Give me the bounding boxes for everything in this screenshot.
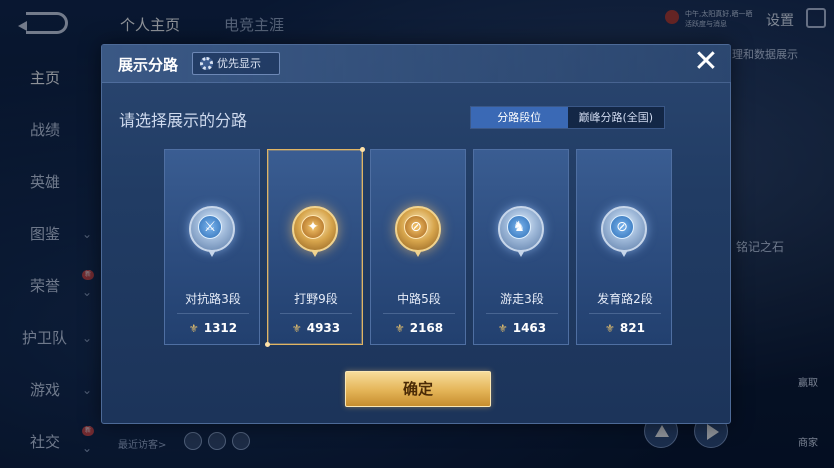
score-icon: ⚜ xyxy=(188,322,199,335)
score-icon: ⚜ xyxy=(291,322,302,335)
gear-icon xyxy=(200,57,213,70)
lane-card-top[interactable]: ⚔ 对抗路3段 ⚜ 1312 xyxy=(164,149,260,345)
modal-header: 展示分路 优先显示 xyxy=(102,45,731,83)
lane-mode-toggle: 分路段位 巅峰分路(全国) xyxy=(470,106,665,129)
lane-label: 中路5段 xyxy=(397,292,441,306)
score-icon: ⚜ xyxy=(394,322,405,335)
rank-emblem-icon: ♞ xyxy=(498,206,544,258)
lane-card-farm[interactable]: ⊘ 发育路2段 ⚜ 821 xyxy=(576,149,672,345)
divider xyxy=(177,313,249,314)
score-icon: ⚜ xyxy=(497,322,508,335)
rank-emblem-icon: ⚔ xyxy=(189,206,235,258)
lane-label: 打野9段 xyxy=(294,292,338,306)
lane-display-modal: 展示分路 优先显示 请选择展示的分路 分路段位 巅峰分路(全国) ⚔ 对抗路3段… xyxy=(101,44,731,424)
close-icon[interactable]: ✕ xyxy=(690,46,722,78)
lane-score: ⚜ 1312 xyxy=(188,321,238,335)
rank-emblem-icon: ⊘ xyxy=(395,206,441,258)
divider xyxy=(280,313,352,314)
lane-score: ⚜ 1463 xyxy=(497,321,547,335)
priority-display-label: 优先显示 xyxy=(217,57,261,70)
lane-label: 发育路2段 xyxy=(597,292,653,306)
lane-cards: ⚔ 对抗路3段 ⚜ 1312 ✦ 打野9段 ⚜ 4933 ⊘ 中路5段 ⚜ 2168 … xyxy=(164,147,674,347)
confirm-button[interactable]: 确定 xyxy=(345,371,491,407)
divider xyxy=(383,313,455,314)
lane-label: 对抗路3段 xyxy=(185,292,241,306)
modal-subtitle: 请选择展示的分路 xyxy=(119,111,248,130)
rank-emblem-icon: ⊘ xyxy=(601,206,647,258)
tab-lane-rank[interactable]: 分路段位 xyxy=(471,107,568,128)
divider xyxy=(486,313,558,314)
tab-peak-lane[interactable]: 巅峰分路(全国) xyxy=(568,107,665,128)
rank-emblem-icon: ✦ xyxy=(292,206,338,258)
lane-label: 游走3段 xyxy=(500,292,544,306)
lane-card-mid[interactable]: ⊘ 中路5段 ⚜ 2168 xyxy=(370,149,466,345)
lane-card-jungle[interactable]: ✦ 打野9段 ⚜ 4933 xyxy=(265,147,365,347)
divider xyxy=(589,313,661,314)
lane-score: ⚜ 821 xyxy=(605,321,645,335)
priority-display-button[interactable]: 优先显示 xyxy=(192,52,280,75)
score-icon: ⚜ xyxy=(605,322,615,335)
modal-title: 展示分路 xyxy=(118,56,179,74)
lane-score: ⚜ 2168 xyxy=(394,321,444,335)
lane-card-roam[interactable]: ♞ 游走3段 ⚜ 1463 xyxy=(473,149,569,345)
lane-score: ⚜ 4933 xyxy=(291,321,341,335)
